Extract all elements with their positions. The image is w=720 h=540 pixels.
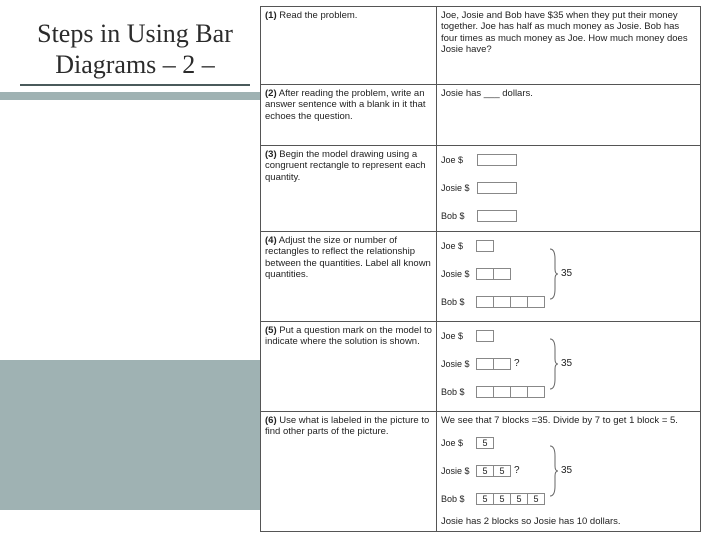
bar-unit	[510, 296, 528, 308]
bar-unit: 5	[493, 465, 511, 477]
question-mark: ?	[514, 465, 520, 477]
bar-unit	[477, 182, 517, 194]
page-title: Steps in Using Bar Diagrams – 2 –	[20, 18, 250, 80]
step1-num: (1)	[265, 10, 277, 21]
step4-left: (4) Adjust the size or number of rectang…	[261, 232, 437, 322]
step6-toptext: We see that 7 blocks =35. Divide by 7 to…	[441, 415, 696, 426]
brace-total: 35	[561, 465, 572, 477]
step2-label: After reading the problem, write an answ…	[265, 88, 426, 122]
bar-unit	[476, 296, 494, 308]
bar-unit	[476, 240, 494, 252]
bar-unit	[493, 358, 511, 370]
step3-num: (3)	[265, 149, 277, 160]
bar-unit: 5	[510, 493, 528, 505]
bar-unit: 5	[476, 493, 494, 505]
brace-icon	[549, 247, 559, 301]
bob-label: Bob $	[441, 494, 477, 505]
bar-unit: 5	[476, 465, 494, 477]
step6-label: Use what is labeled in the picture to fi…	[265, 415, 429, 437]
brace-icon	[549, 444, 559, 498]
josie-label: Josie $	[441, 183, 477, 194]
step5-left: (5) Put a question mark on the model to …	[261, 322, 437, 412]
joe-label: Joe $	[441, 438, 477, 449]
step1-left: (1) Read the problem.	[261, 7, 437, 85]
joe-label: Joe $	[441, 241, 477, 252]
bob-label: Bob $	[441, 387, 477, 398]
step5-num: (5)	[265, 325, 277, 336]
bar-unit	[493, 296, 511, 308]
josie-label: Josie $	[441, 466, 477, 477]
title-underline	[20, 84, 250, 86]
step4-label: Adjust the size or number of rectangles …	[265, 235, 431, 280]
bar-unit	[477, 154, 517, 166]
bar-unit	[476, 386, 494, 398]
step1-right: Joe, Josie and Bob have $35 when they pu…	[437, 7, 701, 85]
step2-left: (2) After reading the problem, write an …	[261, 84, 437, 145]
bar-unit: 5	[476, 437, 494, 449]
step3-left: (3) Begin the model drawing using a cong…	[261, 146, 437, 232]
bar-unit	[477, 210, 517, 222]
brace-total: 35	[561, 358, 572, 370]
bar-unit	[493, 268, 511, 280]
step3-diagram: Joe $ Josie $ Bob $	[441, 149, 696, 227]
bar-unit: 5	[527, 493, 545, 505]
decor-band-top	[0, 92, 260, 100]
brace-total: 35	[561, 268, 572, 280]
decor-band-bottom	[0, 360, 260, 510]
bob-label: Bob $	[441, 211, 477, 222]
question-mark: ?	[514, 358, 520, 370]
bar-unit	[476, 358, 494, 370]
step5-diagram: Joe $ Josie $? Bob $ 35	[441, 325, 696, 403]
step6-right: We see that 7 blocks =35. Divide by 7 to…	[437, 412, 701, 532]
bob-label: Bob $	[441, 297, 477, 308]
step4-num: (4)	[265, 235, 277, 246]
bar-unit	[527, 296, 545, 308]
step5-right: Joe $ Josie $? Bob $ 35	[437, 322, 701, 412]
joe-label: Joe $	[441, 331, 477, 342]
step3-label: Begin the model drawing using a congruen…	[265, 149, 426, 183]
step2-num: (2)	[265, 88, 277, 99]
bar-unit	[476, 330, 494, 342]
step6-bottomtext: Josie has 2 blocks so Josie has 10 dolla…	[441, 516, 696, 527]
step3-right: Joe $ Josie $ Bob $	[437, 146, 701, 232]
step6-left: (6) Use what is labeled in the picture t…	[261, 412, 437, 532]
josie-label: Josie $	[441, 269, 477, 280]
step6-num: (6)	[265, 415, 277, 426]
joe-label: Joe $	[441, 155, 477, 166]
bar-unit	[476, 268, 494, 280]
josie-label: Josie $	[441, 359, 477, 370]
bar-unit	[493, 386, 511, 398]
title-block: Steps in Using Bar Diagrams – 2 –	[20, 18, 250, 86]
steps-table: (1) Read the problem. Joe, Josie and Bob…	[260, 6, 701, 532]
step6-diagram: Joe $5 Josie $55? Bob $5555 35	[441, 432, 696, 510]
bar-unit	[527, 386, 545, 398]
bar-unit	[510, 386, 528, 398]
step5-label: Put a question mark on the model to indi…	[265, 325, 432, 347]
step4-right: Joe $ Josie $ Bob $ 35	[437, 232, 701, 322]
step4-diagram: Joe $ Josie $ Bob $ 35	[441, 235, 696, 313]
step2-right: Josie has ___ dollars.	[437, 84, 701, 145]
step1-label: Read the problem.	[279, 10, 357, 21]
bar-unit: 5	[493, 493, 511, 505]
brace-icon	[549, 337, 559, 391]
